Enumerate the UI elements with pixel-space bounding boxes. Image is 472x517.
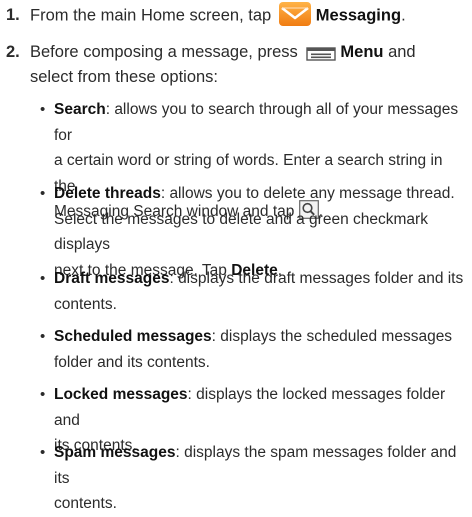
menu-label: Menu <box>340 43 384 61</box>
manual-page: 1. From the main Home screen, tap Messag… <box>0 0 472 512</box>
messaging-app-icon <box>278 1 312 27</box>
list-item: • Spam messages: displays the spam messa… <box>40 444 457 512</box>
list-item: • Scheduled messages: displays the sched… <box>40 328 453 371</box>
step-text: Before composing a message, press Menu a… <box>30 43 416 61</box>
step-number: 2. <box>6 43 20 61</box>
step-number: 1. <box>6 6 20 24</box>
step-text: From the main Home screen, tap Messaging… <box>30 1 468 29</box>
messaging-label: Messaging <box>315 6 402 25</box>
list-item: • Draft messages: displays the draft mes… <box>40 270 464 313</box>
menu-key-icon <box>306 44 337 61</box>
